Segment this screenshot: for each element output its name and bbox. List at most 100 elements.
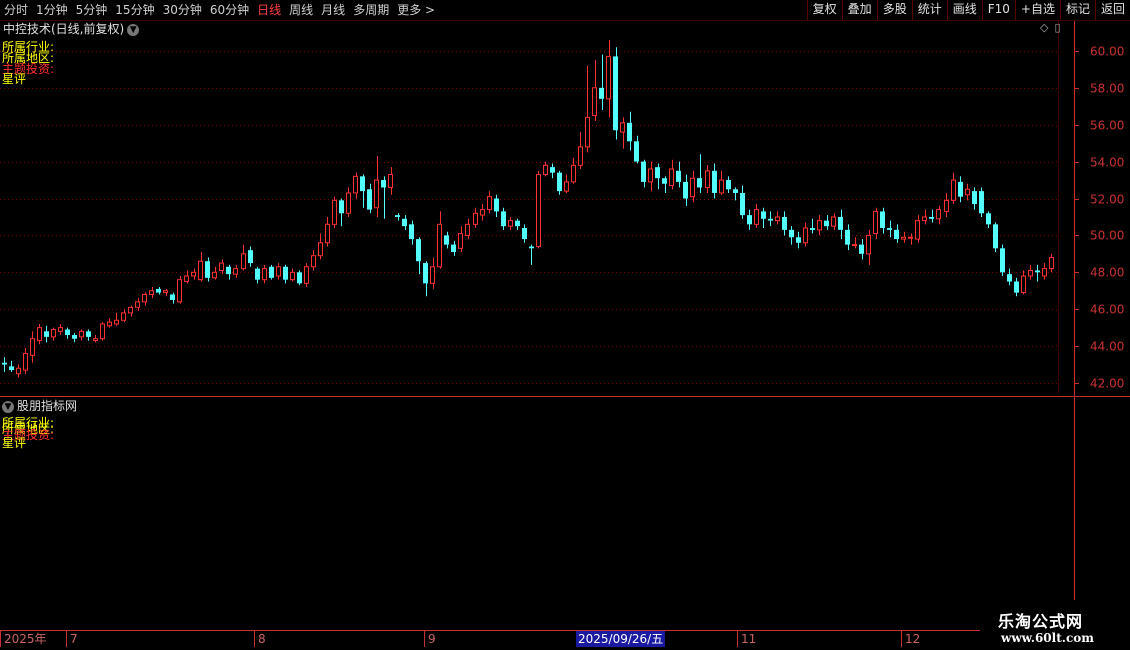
- candle-body-up: [16, 367, 21, 375]
- candle-body-down: [395, 215, 400, 217]
- diamond-icon[interactable]: ◇: [1040, 21, 1048, 34]
- candle-body-down: [887, 228, 892, 230]
- candle-body-up: [965, 188, 970, 196]
- candle-body-down: [768, 218, 773, 221]
- candle-body-down: [86, 331, 91, 337]
- candle-body-down: [810, 228, 815, 230]
- date-label-5: 11: [737, 631, 756, 647]
- candle-body-up: [51, 328, 56, 338]
- date-axis: 2025年 7 8 9 2025/09/26/五 11 12: [0, 630, 980, 650]
- candle-body-down: [339, 200, 344, 214]
- candle-body-down: [2, 362, 7, 365]
- candle-body-up: [149, 290, 154, 295]
- candle-body-up: [142, 293, 147, 303]
- candle-body-up: [866, 234, 871, 255]
- candle-body-down: [979, 191, 984, 214]
- candle-body-up: [93, 338, 98, 342]
- candle-body-down: [613, 56, 618, 131]
- candle-body-down: [838, 216, 843, 230]
- y-tick-label: 54.00: [1090, 156, 1124, 170]
- candle-body-down: [522, 228, 527, 240]
- candle-body-down: [697, 178, 702, 188]
- candle-body-up: [585, 116, 590, 148]
- panel-toggle-icon[interactable]: ▯: [1054, 21, 1060, 34]
- chart-title[interactable]: 中控技术(日线,前复权) ▼: [3, 21, 140, 37]
- candle-body-up: [1021, 275, 1026, 294]
- candle-body-up: [233, 268, 238, 275]
- candle-body-up: [606, 55, 611, 100]
- candle-body-up: [374, 179, 379, 209]
- chevron-down-icon[interactable]: ▼: [2, 400, 14, 413]
- candle-body-up: [388, 174, 393, 188]
- y-tick-label: 58.00: [1090, 82, 1124, 96]
- candle-body-up: [30, 338, 35, 356]
- candle-body-down: [297, 272, 302, 284]
- candle-body-up: [873, 210, 878, 235]
- candle-body-down: [986, 213, 991, 225]
- candle-body-up: [922, 216, 927, 222]
- candle-body-up: [100, 323, 105, 340]
- candle-body-down: [255, 268, 260, 280]
- candle-body-up: [465, 223, 470, 236]
- candle-body-down: [747, 215, 752, 225]
- candle-body-down: [416, 239, 421, 262]
- candle-body-up: [908, 236, 913, 239]
- candle-body-down: [44, 331, 49, 337]
- candle-body-down: [958, 181, 963, 197]
- candle-body-down: [972, 191, 977, 205]
- candle-body-down: [740, 192, 745, 216]
- candle-body-up: [915, 220, 920, 240]
- candle-body-down: [859, 244, 864, 254]
- y-tick-label: 42.00: [1090, 377, 1124, 391]
- candle-body-up: [564, 181, 569, 192]
- candle-body-down: [796, 237, 801, 243]
- candle-body-down: [655, 167, 660, 179]
- date-label-6: 12: [901, 631, 920, 647]
- candle-body-down: [381, 180, 386, 188]
- candle-body-up: [37, 327, 42, 342]
- candle-body-up: [648, 168, 653, 183]
- y-tick-label: 56.00: [1090, 119, 1124, 133]
- candle-body-down: [676, 170, 681, 182]
- candle-body-up: [831, 216, 836, 227]
- info-rating: 星评: [2, 72, 27, 86]
- candle-body-up: [1028, 269, 1033, 277]
- y-tick-label: 44.00: [1090, 340, 1124, 354]
- sub-panel-title-text: 股朋指标网: [17, 399, 78, 413]
- candle-body-down: [726, 180, 731, 190]
- candle-body-down: [550, 167, 555, 173]
- candle-body-down: [1007, 274, 1012, 282]
- candle-body-up: [543, 164, 548, 176]
- candle-body-down: [789, 229, 794, 238]
- y-tick-label: 52.00: [1090, 193, 1124, 207]
- candle-body-up: [58, 327, 63, 332]
- y-tick-label: 60.00: [1090, 45, 1124, 59]
- candle-body-up: [719, 179, 724, 194]
- date-label-0: 2025年: [0, 631, 47, 647]
- candle-body-up: [177, 279, 182, 303]
- candle-body-down: [599, 87, 604, 99]
- sub-info-rating: 星评: [2, 436, 27, 450]
- candle-body-up: [276, 266, 281, 277]
- candle-body-up: [325, 223, 330, 244]
- candle-body-up: [121, 312, 126, 321]
- candle-body-down: [283, 266, 288, 280]
- candle-body-up: [346, 192, 351, 214]
- candlestick-chart[interactable]: 42.00 44.00 46.00 48.00 50.00 52.00 54.00 56.00…: [0, 0, 1130, 650]
- candle-body-up: [620, 122, 625, 133]
- watermark-url: www.60lt.com: [1001, 631, 1094, 645]
- candle-body-up: [114, 319, 119, 325]
- candle-body-down: [444, 235, 449, 245]
- candle-body-down: [156, 288, 161, 293]
- candle-body-down: [782, 216, 787, 230]
- candle-body-down: [529, 246, 534, 249]
- sub-panel-title[interactable]: ▼ 股朋指标网: [2, 398, 77, 414]
- candle-body-down: [845, 229, 850, 245]
- candle-body-up: [803, 227, 808, 244]
- candle-body-down: [557, 172, 562, 192]
- panel-icons: ◇ ▯: [1040, 21, 1067, 34]
- chevron-down-icon[interactable]: ▼: [127, 23, 140, 36]
- candle-body-down: [170, 294, 175, 300]
- candle-body-down: [993, 224, 998, 249]
- candle-body-up: [219, 262, 224, 271]
